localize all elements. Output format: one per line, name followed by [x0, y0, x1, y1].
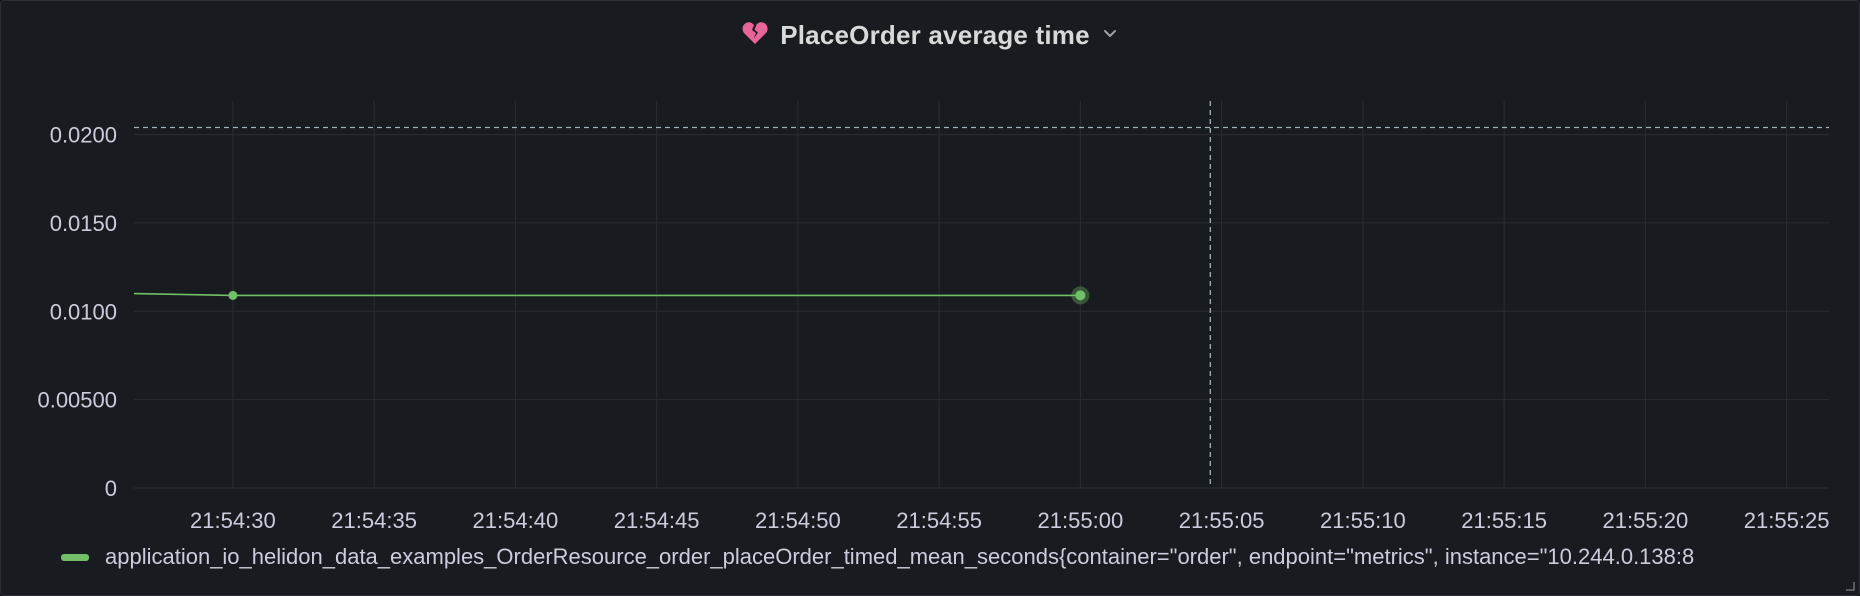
x-tick-label: 21:54:40 — [473, 508, 559, 531]
x-tick-label: 21:54:50 — [755, 508, 841, 531]
data-point — [228, 290, 238, 300]
legend-swatch[interactable] — [61, 553, 89, 561]
x-tick-label: 21:55:20 — [1603, 508, 1689, 531]
x-tick-label: 21:54:35 — [331, 508, 417, 531]
y-tick-label: 0.0150 — [50, 211, 117, 236]
y-tick-label: 0.0200 — [50, 123, 117, 148]
series-line — [133, 292, 1081, 297]
graph-panel: PlaceOrder average time 0 0.00500 0.0100 0.… — [0, 0, 1860, 596]
axis-labels: 0 0.00500 0.0100 0.0150 0.0200 21:54:30 21:54:… — [37, 123, 1829, 531]
x-tick-label: 21:54:30 — [190, 508, 276, 531]
x-tick-label: 21:55:25 — [1744, 508, 1830, 531]
x-tick-label: 21:55:15 — [1461, 508, 1547, 531]
y-tick-label: 0.0100 — [50, 299, 117, 324]
x-tick-label: 21:55:00 — [1038, 508, 1124, 531]
y-tick-label: 0.00500 — [37, 388, 117, 413]
x-tick-label: 21:55:10 — [1320, 508, 1406, 531]
x-tick-label: 21:54:45 — [614, 508, 700, 531]
legend[interactable]: application_io_helidon_data_examples_Ord… — [61, 541, 1859, 573]
legend-series-label[interactable]: application_io_helidon_data_examples_Ord… — [105, 544, 1694, 570]
y-tick-label: 0 — [105, 476, 117, 501]
resize-handle-icon[interactable] — [1843, 579, 1855, 591]
x-tick-label: 21:55:05 — [1179, 508, 1265, 531]
last-data-point — [1075, 290, 1086, 301]
series-lines — [133, 286, 1090, 305]
grid-lines — [134, 101, 1829, 489]
x-tick-label: 21:54:55 — [896, 508, 982, 531]
chart-canvas[interactable]: 0 0.00500 0.0100 0.0150 0.0200 21:54:30 21:54:… — [1, 1, 1859, 531]
threshold-lines — [134, 101, 1829, 488]
